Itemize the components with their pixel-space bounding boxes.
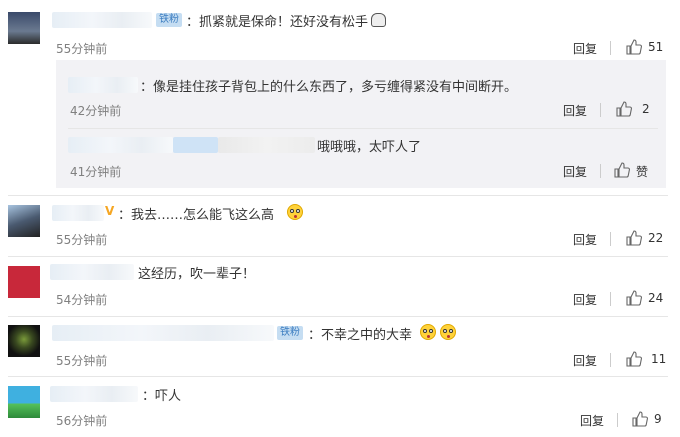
comment-time: 56分钟前 <box>56 414 108 428</box>
thumbs-up-icon[interactable] <box>626 290 642 306</box>
divider <box>68 128 658 129</box>
thumbs-up-icon[interactable] <box>626 351 642 367</box>
comment-time: 55分钟前 <box>56 42 108 56</box>
divider <box>600 164 601 178</box>
comment-text: 这经历，吹一辈子！ <box>138 267 256 282</box>
like-count: 2 <box>642 102 650 116</box>
username[interactable] <box>52 325 274 341</box>
comment-text: ：我去……怎么能飞这么高 <box>118 208 275 223</box>
avatar[interactable] <box>8 205 40 237</box>
username[interactable] <box>52 12 152 28</box>
like-count: 51 <box>648 40 664 54</box>
divider <box>610 41 611 55</box>
comment-text: ：抓紧就是保命！还好没有松手 <box>186 15 369 30</box>
reply-text: 哦哦哦，太吓人了 <box>317 140 422 155</box>
shocked-emoji-icon <box>420 324 436 340</box>
fan-badge: 铁粉 <box>277 326 303 340</box>
like-count: 9 <box>654 412 662 426</box>
username[interactable] <box>68 77 138 93</box>
reply-button[interactable]: 回复 <box>573 291 597 308</box>
like-count: 24 <box>648 291 664 305</box>
divider <box>610 292 611 306</box>
thumbs-up-icon[interactable] <box>632 411 648 427</box>
comment-time: 54分钟前 <box>56 293 108 307</box>
reply-button[interactable]: 回复 <box>573 231 597 248</box>
thumbs-up-icon[interactable] <box>614 162 630 178</box>
divider <box>8 316 668 317</box>
reply-text: ：像是挂住孩子背包上的什么东西了，多亏缠得紧没有中间断开。 <box>140 80 518 95</box>
username[interactable] <box>218 137 315 153</box>
comment-time: 55分钟前 <box>56 354 108 368</box>
reply-button[interactable]: 回复 <box>573 40 597 57</box>
reply-button[interactable]: 回复 <box>573 352 597 369</box>
thumbs-up-icon[interactable] <box>626 230 642 246</box>
mention-link[interactable] <box>173 137 218 153</box>
thumbs-up-icon[interactable] <box>626 39 642 55</box>
like-count: 11 <box>651 352 667 366</box>
username[interactable] <box>50 264 134 280</box>
avatar[interactable] <box>8 12 40 44</box>
username[interactable] <box>52 205 104 221</box>
shocked-emoji-icon <box>287 204 303 220</box>
reply-button[interactable]: 回复 <box>563 163 587 180</box>
reply-time: 42分钟前 <box>70 104 122 118</box>
scared-emoji-icon <box>371 13 386 27</box>
thumbs-up-icon[interactable] <box>616 101 632 117</box>
divider <box>600 103 601 117</box>
reply-time: 41分钟前 <box>70 165 122 179</box>
shocked-emoji-icon <box>440 324 456 340</box>
like-count: 22 <box>648 231 664 245</box>
divider <box>617 413 618 427</box>
divider <box>610 353 611 367</box>
fan-badge: 铁粉 <box>156 13 182 27</box>
verified-icon: V <box>105 204 115 218</box>
divider <box>8 195 668 196</box>
divider <box>8 256 668 257</box>
comment-text: ：不幸之中的大幸 <box>308 328 413 343</box>
divider <box>610 232 611 246</box>
username[interactable] <box>50 386 138 402</box>
comment-time: 55分钟前 <box>56 233 108 247</box>
username[interactable] <box>68 137 173 153</box>
reply-button[interactable]: 回复 <box>563 102 587 119</box>
avatar[interactable] <box>8 325 40 357</box>
reply-button[interactable]: 回复 <box>580 412 604 429</box>
avatar[interactable] <box>8 386 40 418</box>
comment-text: ：吓人 <box>142 389 182 404</box>
divider <box>8 376 668 377</box>
like-label: 赞 <box>636 165 649 179</box>
avatar[interactable] <box>8 266 40 298</box>
